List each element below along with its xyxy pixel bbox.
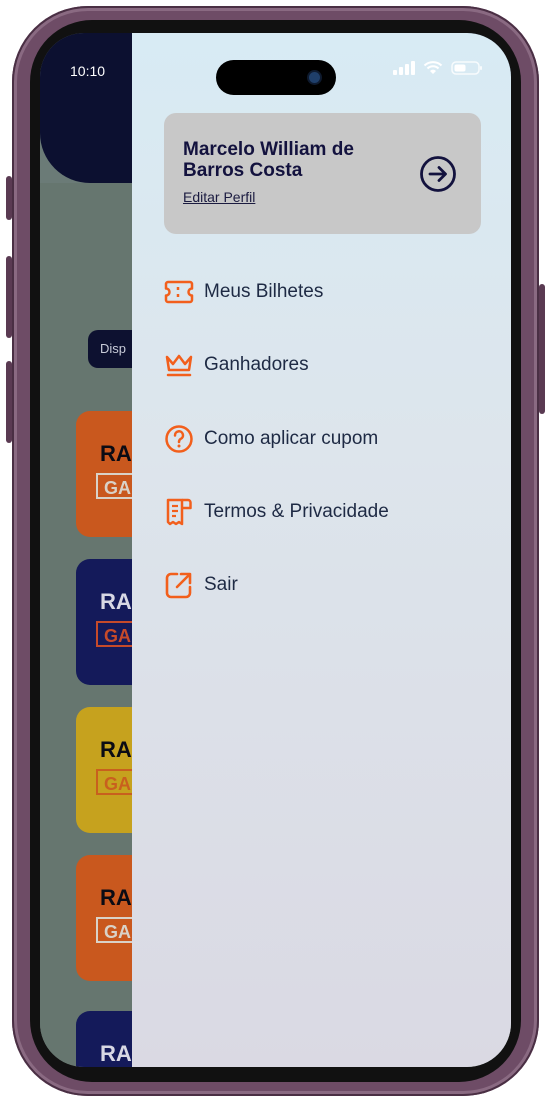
menu-item-termos-privacidade[interactable]: Termos & Privacidade: [164, 497, 389, 527]
menu-item-label: Ganhadores: [204, 354, 309, 375]
profile-name: Marcelo William de Barros Costa: [183, 139, 354, 181]
menu-item-meus-bilhetes[interactable]: Meus Bilhetes: [164, 277, 323, 307]
profile-card[interactable]: Marcelo William de Barros Costa Editar P…: [164, 113, 481, 234]
edit-profile-link[interactable]: Editar Perfil: [183, 189, 255, 205]
camera-icon: [309, 72, 320, 83]
background-card-title: RA: [100, 441, 132, 466]
crown-icon: [164, 350, 194, 380]
battery-icon: [451, 61, 482, 75]
menu-item-label: Sair: [204, 574, 238, 595]
status-icons: [393, 61, 483, 75]
phone-volume-down-button: [6, 361, 12, 443]
menu-item-label: Como aplicar cupom: [204, 428, 379, 449]
phone-screen: 10:10 Disp RA GA RA GA RA GA RA GA RA Ma…: [40, 33, 511, 1067]
ticket-icon: [164, 277, 194, 307]
background-card-title: RA: [100, 589, 132, 614]
menu-item-ganhadores[interactable]: Ganhadores: [164, 350, 309, 380]
phone-action-button: [6, 176, 12, 220]
background-card-title: RA: [100, 1041, 132, 1066]
side-drawer: Marcelo William de Barros Costa Editar P…: [132, 33, 511, 1067]
menu-item-como-aplicar-cupom[interactable]: Como aplicar cupom: [164, 424, 378, 454]
menu-item-sair[interactable]: Sair: [164, 570, 238, 600]
menu-item-label: Termos & Privacidade: [204, 501, 389, 522]
external-link-icon: [164, 570, 194, 600]
status-time: 10:10: [70, 63, 106, 79]
phone-power-button: [539, 284, 545, 414]
signal-icon: [393, 61, 415, 75]
wifi-icon: [423, 61, 443, 74]
menu-item-label: Meus Bilhetes: [204, 281, 324, 302]
dynamic-island: [216, 60, 336, 95]
help-circle-icon: [164, 424, 194, 454]
background-card-title: RA: [100, 737, 132, 762]
arrow-right-circle-icon[interactable]: [419, 155, 457, 193]
receipt-icon: [164, 497, 194, 527]
background-card-title: RA: [100, 885, 132, 910]
phone-volume-up-button: [6, 256, 12, 338]
